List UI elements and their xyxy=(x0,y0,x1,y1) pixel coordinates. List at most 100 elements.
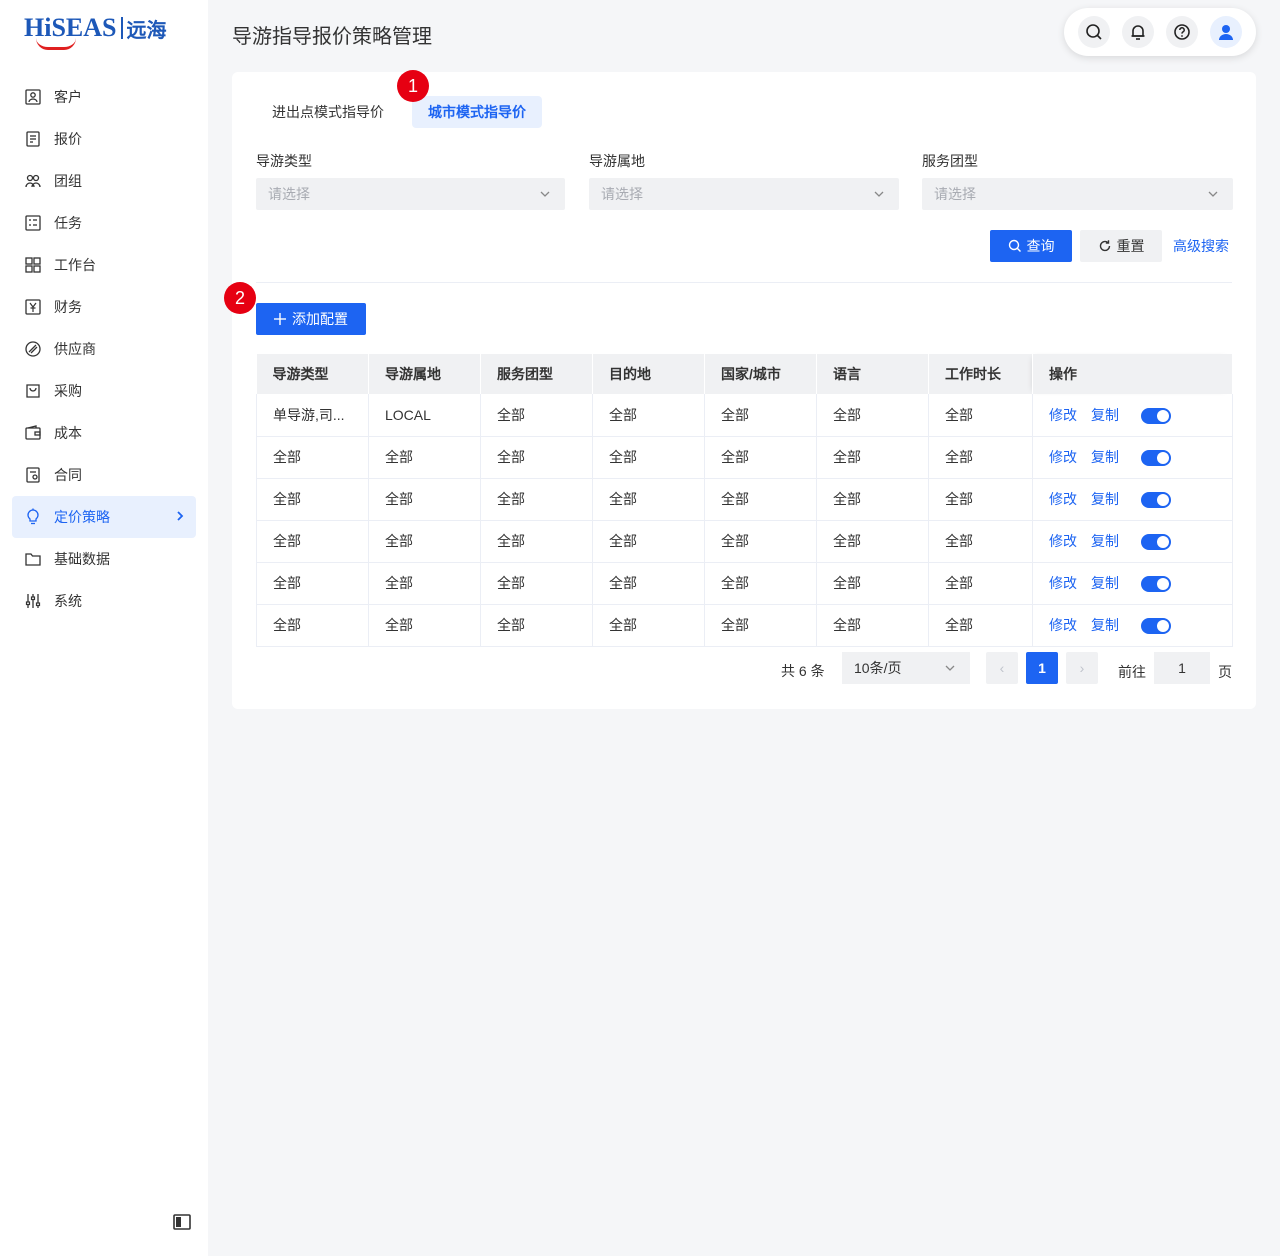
table-cell: 全部 xyxy=(704,604,817,647)
table-cell: 全部 xyxy=(480,394,593,437)
enable-toggle[interactable] xyxy=(1141,408,1171,425)
column-header: 操作 xyxy=(1032,354,1233,394)
reset-button[interactable]: 重置 xyxy=(1080,230,1162,262)
query-button[interactable]: 查询 xyxy=(990,230,1072,262)
copy-link[interactable]: 复制 xyxy=(1091,575,1119,591)
goto-label: 前往 xyxy=(1118,664,1146,680)
goto-page-input[interactable]: 1 xyxy=(1154,652,1210,684)
page-size-value: 10条/页 xyxy=(854,660,902,676)
page-number-current[interactable]: 1 xyxy=(1026,652,1058,684)
column-header: 国家/城市 xyxy=(704,354,817,394)
table-cell: 全部 xyxy=(368,604,481,647)
help-button[interactable] xyxy=(1166,16,1198,48)
sidebar-item-2[interactable]: 团组 xyxy=(12,160,196,202)
filter-label-guide-type: 导游类型 xyxy=(256,153,312,169)
table-cell: 全部 xyxy=(368,520,481,563)
sidebar-item-4[interactable]: 工作台 xyxy=(12,244,196,286)
sidebar-nav: 客户 报价 团组 任务 工作台财务供应商采购 成本 合同定价策略基础数据系统 xyxy=(12,76,196,622)
table-cell: 全部 xyxy=(592,562,705,605)
table-cell: 全部 xyxy=(816,478,929,521)
sidebar-item-7[interactable]: 采购 xyxy=(12,370,196,412)
sidebar-item-5[interactable]: 财务 xyxy=(12,286,196,328)
sidebar-item-10[interactable]: 定价策略 xyxy=(12,496,196,538)
copy-link[interactable]: 复制 xyxy=(1091,533,1119,549)
edit-link[interactable]: 修改 xyxy=(1049,575,1077,591)
edit-link[interactable]: 修改 xyxy=(1049,617,1077,633)
sidebar-item-0[interactable]: 客户 xyxy=(12,76,196,118)
sidebar-collapse-icon[interactable] xyxy=(172,1212,192,1232)
search-icon xyxy=(1086,24,1102,40)
content-card: 进出点模式指导价 城市模式指导价 1 导游类型 导游属地 服务团型 请选择 请选… xyxy=(224,70,1256,709)
config-table: 导游类型 导游属地 服务团型 目的地 国家/城市 语言 工作时长 操作 单导游,… xyxy=(256,354,1233,647)
table-row: 全部 全部 全部 全部 全部 全部 全部 修改 复制 xyxy=(256,562,1233,605)
page-size-select[interactable]: 10条/页 xyxy=(842,652,970,684)
edit-link[interactable]: 修改 xyxy=(1049,407,1077,423)
mode-tabs: 进出点模式指导价 城市模式指导价 xyxy=(256,96,542,128)
tab-entry-exit-mode[interactable]: 进出点模式指导价 xyxy=(256,96,400,128)
guide-type-select[interactable]: 请选择 xyxy=(256,178,565,210)
table-row: 全部 全部 全部 全部 全部 全部 全部 修改 复制 xyxy=(256,604,1233,647)
sidebar-item-label: 基础数据 xyxy=(54,551,110,567)
table-row: 全部 全部 全部 全部 全部 全部 全部 修改 复制 xyxy=(256,520,1233,563)
enable-toggle[interactable] xyxy=(1141,618,1171,635)
copy-link[interactable]: 复制 xyxy=(1091,407,1119,423)
row-actions: 修改 复制 xyxy=(1032,394,1233,437)
table-cell: 全部 xyxy=(256,562,369,605)
sidebar-item-6[interactable]: 供应商 xyxy=(12,328,196,370)
help-icon xyxy=(1174,24,1190,40)
copy-link[interactable]: 复制 xyxy=(1091,449,1119,465)
sidebar-item-3[interactable]: 任务 xyxy=(12,202,196,244)
copy-link[interactable]: 复制 xyxy=(1091,617,1119,633)
table-cell: 全部 xyxy=(480,436,593,479)
task-icon xyxy=(24,214,42,232)
advanced-search-link[interactable]: 高级搜索 xyxy=(1170,230,1232,262)
finance-icon xyxy=(24,298,42,316)
search-icon xyxy=(1008,239,1021,252)
sidebar-item-11[interactable]: 基础数据 xyxy=(12,538,196,580)
enable-toggle[interactable] xyxy=(1141,492,1171,509)
table-cell: 全部 xyxy=(480,478,593,521)
sidebar-item-12[interactable]: 系统 xyxy=(12,580,196,622)
table-cell: 全部 xyxy=(816,604,929,647)
step-badge-1: 1 xyxy=(397,70,429,102)
table-cell: 全部 xyxy=(928,562,1033,605)
sidebar-item-8[interactable]: 成本 xyxy=(12,412,196,454)
table-row: 全部 全部 全部 全部 全部 全部 全部 修改 复制 xyxy=(256,436,1233,479)
add-config-button[interactable]: 添加配置 xyxy=(256,303,366,335)
logo-cn: 远海 xyxy=(126,19,167,42)
search-button[interactable] xyxy=(1078,16,1110,48)
next-page-button[interactable]: › xyxy=(1066,652,1098,684)
column-header: 目的地 xyxy=(592,354,705,394)
edit-link[interactable]: 修改 xyxy=(1049,449,1077,465)
enable-toggle[interactable] xyxy=(1141,450,1171,467)
sidebar-item-label: 定价策略 xyxy=(54,509,110,525)
row-actions: 修改 复制 xyxy=(1032,436,1233,479)
table-cell: 全部 xyxy=(704,562,817,605)
edit-link[interactable]: 修改 xyxy=(1049,491,1077,507)
table-cell: 全部 xyxy=(816,520,929,563)
sidebar-item-label: 供应商 xyxy=(54,341,96,357)
column-header: 语言 xyxy=(816,354,929,394)
divider xyxy=(256,282,1232,283)
row-actions: 修改 复制 xyxy=(1032,604,1233,647)
chevron-down-icon xyxy=(945,665,955,671)
customer-icon xyxy=(24,88,42,106)
tab-city-mode[interactable]: 城市模式指导价 xyxy=(412,96,542,128)
copy-link[interactable]: 复制 xyxy=(1091,491,1119,507)
sidebar-item-1[interactable]: 报价 xyxy=(12,118,196,160)
enable-toggle[interactable] xyxy=(1141,534,1171,551)
sidebar-item-label: 财务 xyxy=(54,299,82,315)
table-header-row: 导游类型 导游属地 服务团型 目的地 国家/城市 语言 工作时长 操作 xyxy=(256,354,1233,394)
avatar-button[interactable] xyxy=(1210,16,1242,48)
service-group-select[interactable]: 请选择 xyxy=(922,178,1233,210)
sidebar: HiSEAS 远海 客户 报价 团组 任务 工作台 财务 供应商 采购 成本 合同 定价策略 基础数据… xyxy=(0,0,208,1256)
enable-toggle[interactable] xyxy=(1141,576,1171,593)
table-cell: 全部 xyxy=(928,604,1033,647)
edit-link[interactable]: 修改 xyxy=(1049,533,1077,549)
column-header: 服务团型 xyxy=(480,354,593,394)
sidebar-item-9[interactable]: 合同 xyxy=(12,454,196,496)
guide-location-select[interactable]: 请选择 xyxy=(589,178,899,210)
notification-button[interactable] xyxy=(1122,16,1154,48)
chevron-right-icon xyxy=(177,511,184,521)
prev-page-button[interactable]: ‹ xyxy=(986,652,1018,684)
